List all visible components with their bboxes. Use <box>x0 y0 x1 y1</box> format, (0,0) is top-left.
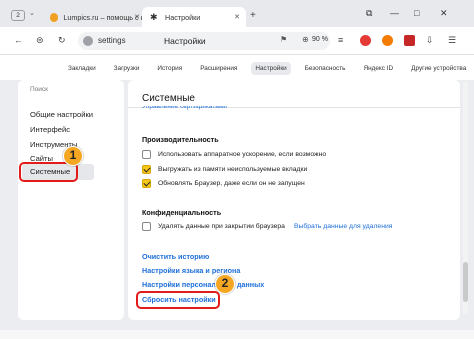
reader-icon[interactable]: ≡ <box>338 35 343 45</box>
shield-extension-icon[interactable] <box>404 35 415 46</box>
personal-data-link[interactable]: Настройки персональных данных <box>142 280 264 289</box>
checkbox[interactable] <box>142 150 151 159</box>
tab-label: Lumpics.ru – помощь с ко <box>63 12 142 22</box>
choose-data-link[interactable]: Выбрать данные для удаления <box>294 223 392 230</box>
back-arrow-icon[interactable]: ← <box>14 35 23 45</box>
gear-icon: ✱ <box>150 12 158 22</box>
new-tab-button[interactable]: + <box>250 10 256 21</box>
scrollbar-thumb[interactable] <box>463 262 468 302</box>
checkbox-checked[interactable] <box>142 165 151 174</box>
tab-settings[interactable]: ✱ Настройки ✕ <box>142 7 246 27</box>
option-hardware-acceleration[interactable]: Использовать аппаратное ускорение, если … <box>142 150 326 159</box>
menu-icon[interactable]: ☰ <box>448 35 456 46</box>
checkbox-checked[interactable] <box>142 179 151 188</box>
option-unload-tabs[interactable]: Выгружать из памяти неиспользуемые вклад… <box>142 165 307 174</box>
sidebar-item-interface[interactable]: Интерфейс <box>30 125 70 134</box>
step-marker-2: 2 <box>215 274 235 294</box>
section-heading: Системные <box>142 93 195 104</box>
search-input[interactable] <box>22 83 118 96</box>
privacy-heading: Конфиденциальность <box>142 208 222 217</box>
download-icon[interactable]: ⇩ <box>426 35 434 46</box>
maximize-icon[interactable]: □ <box>414 8 419 18</box>
option-label: Удалять данные при закрытии браузера <box>158 223 285 230</box>
nav-extensions[interactable]: Расширения <box>196 62 241 75</box>
certificates-link[interactable]: Управление сертификатами <box>142 106 227 110</box>
address-input[interactable]: settings Настройки ⚑ ⊕ 90 % <box>78 32 330 50</box>
nav-history[interactable]: История <box>153 62 186 75</box>
option-label: Обновлять Браузер, даже если он не запущ… <box>158 180 305 187</box>
nav-downloads[interactable]: Загрузки <box>110 62 144 75</box>
close-icon[interactable]: ✕ <box>134 13 140 21</box>
tab-label: Настройки <box>165 12 201 22</box>
clear-history-link[interactable]: Очистить историю <box>142 252 209 261</box>
option-label: Использовать аппаратное ускорение, если … <box>158 151 327 158</box>
option-background-update[interactable]: Обновлять Браузер, даже если он не запущ… <box>142 179 305 188</box>
close-icon[interactable]: ✕ <box>234 13 240 21</box>
nav-settings[interactable]: Настройки <box>251 61 291 75</box>
step-marker-1: 1 <box>63 146 83 166</box>
chevron-down-icon[interactable]: ⌄ <box>29 9 35 17</box>
zoom-level: 90 % <box>312 36 328 43</box>
minimize-icon[interactable]: — <box>390 8 399 18</box>
site-info-icon[interactable] <box>83 36 93 46</box>
settings-sidebar: Общие настройки Интерфейс Инструменты Са… <box>18 80 124 320</box>
zoom-icon[interactable]: ⊕ <box>302 35 309 44</box>
tab-lumpics[interactable]: Lumpics.ru – помощь с ко ✕ <box>46 7 142 27</box>
checkbox[interactable] <box>142 222 151 231</box>
adblock-extension-icon[interactable] <box>360 35 371 46</box>
extension-icon[interactable] <box>382 35 393 46</box>
page-title: Настройки <box>164 35 206 46</box>
sidebar-item-general[interactable]: Общие настройки <box>30 110 93 119</box>
option-label: Выгружать из памяти неиспользуемые вклад… <box>158 166 308 173</box>
reload-icon[interactable]: ↻ <box>58 35 66 46</box>
yandex-logo-icon[interactable]: ⊜ <box>36 35 44 46</box>
performance-heading: Производительность <box>142 135 219 144</box>
settings-top-nav: Закладки Загрузки История Расширения Нас… <box>0 56 474 80</box>
option-clear-on-exit[interactable]: Удалять данные при закрытии браузера Выб… <box>142 222 392 231</box>
nav-security[interactable]: Безопасность <box>301 62 350 75</box>
address-bar-row: ← ⊜ ↻ settings Настройки ⚑ ⊕ 90 % ≡ ⇩ ☰ <box>0 27 474 55</box>
nav-bookmarks[interactable]: Закладки <box>64 62 100 75</box>
nav-other-devices[interactable]: Другие устройства <box>407 62 470 75</box>
restore-tabs-icon[interactable]: ⧉ <box>366 8 372 19</box>
scrollbar[interactable] <box>463 82 468 314</box>
title-bar: 2 ⌄ Lumpics.ru – помощь с ко ✕ ✱ Настрой… <box>0 0 474 27</box>
settings-panel: Системные Управление сертификатами Произ… <box>128 80 460 320</box>
tab-count-badge[interactable]: 2 <box>11 10 25 21</box>
highlight-box-reset <box>136 291 220 309</box>
bottom-strip <box>0 330 474 339</box>
nav-yandex-id[interactable]: Яндекс ID <box>359 62 397 75</box>
close-window-icon[interactable]: ✕ <box>440 8 448 19</box>
url-text: settings <box>98 36 126 45</box>
lumpics-favicon-icon <box>50 12 59 22</box>
bookmark-icon[interactable]: ⚑ <box>280 35 287 44</box>
